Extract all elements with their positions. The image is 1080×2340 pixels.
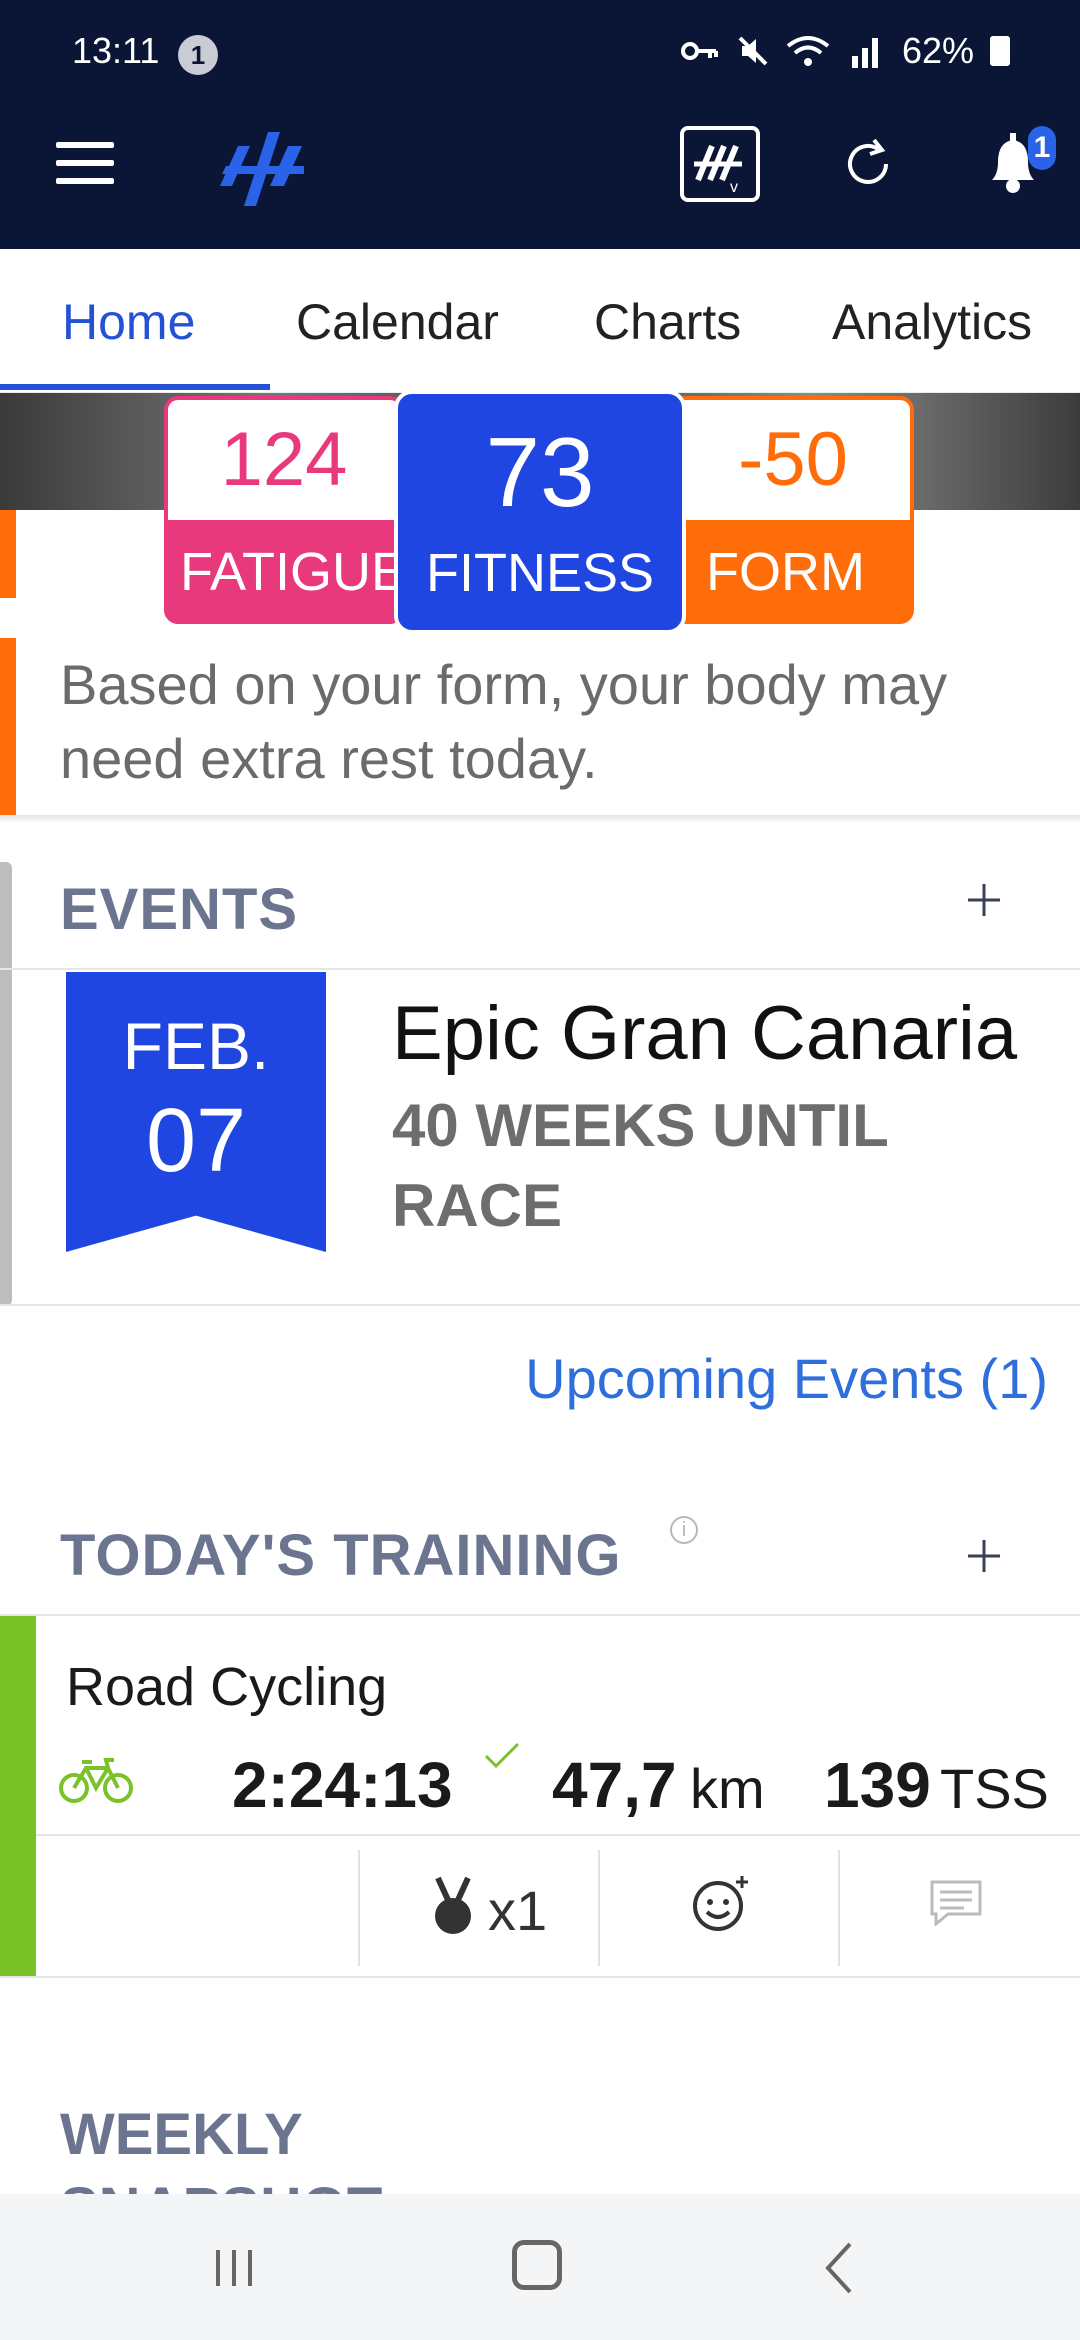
add-feeling-icon[interactable] xyxy=(690,1874,750,1934)
svg-text:v: v xyxy=(730,179,738,196)
training-title: TODAY'S TRAINING xyxy=(60,1523,622,1588)
comment-icon[interactable] xyxy=(928,1878,984,1926)
workout-distance: 47,7 xyxy=(552,1749,677,1821)
workout-status-bar xyxy=(0,1616,36,1978)
battery-percent: 62% xyxy=(901,30,974,71)
info-icon[interactable]: i xyxy=(670,1516,698,1544)
active-tab-indicator xyxy=(0,384,270,390)
section-divider xyxy=(0,815,1080,823)
events-title: EVENTS xyxy=(60,877,299,942)
app-logo-icon xyxy=(220,132,304,206)
fatigue-label: FATIGUE xyxy=(180,542,404,602)
bike-icon xyxy=(59,1758,133,1803)
status-notification-badge: 1 xyxy=(178,35,218,75)
action-separator xyxy=(838,1850,840,1966)
recent-apps-icon[interactable] xyxy=(210,2244,258,2292)
menu-icon[interactable] xyxy=(56,142,114,184)
event-countdown: 40 WEEKS UNTIL RACE xyxy=(392,1092,888,1239)
divider xyxy=(0,1976,1080,1978)
signal-icon xyxy=(851,38,878,68)
medal-icon[interactable] xyxy=(430,1876,476,1938)
medal-count[interactable]: x1 xyxy=(488,1878,547,1943)
workout-name[interactable]: Road Cycling xyxy=(66,1656,387,1718)
tab-analytics[interactable]: Analytics xyxy=(832,293,1032,351)
status-time: 13:11 xyxy=(72,30,160,71)
app-header: 13:11 1 62% v 1 xyxy=(0,0,1080,249)
form-accent-bar xyxy=(0,638,16,816)
home-icon[interactable] xyxy=(512,2240,562,2290)
status-icons: 62% xyxy=(680,28,1010,74)
vital-icon: v xyxy=(694,144,742,196)
back-icon[interactable] xyxy=(818,2238,858,2298)
add-workout-icon[interactable] xyxy=(954,1526,1014,1586)
event-day: 07 xyxy=(145,1091,247,1191)
form-message: Based on your form, your body may need e… xyxy=(60,653,948,790)
event-name[interactable]: Epic Gran Canaria xyxy=(392,990,1017,1077)
tab-bar: Home Calendar Charts Analytics xyxy=(0,249,1080,393)
workout-duration: 2:24:13 xyxy=(232,1749,453,1821)
notification-count-badge: 1 xyxy=(1028,126,1056,170)
battery-icon xyxy=(990,36,1010,66)
workout-tss: 139 xyxy=(824,1749,931,1821)
fatigue-value: 124 xyxy=(168,400,400,520)
event-date-ribbon[interactable]: FEB. 07 xyxy=(66,972,326,1252)
fitness-value: 73 xyxy=(485,417,595,527)
upcoming-events-link[interactable]: Upcoming Events (1) xyxy=(525,1346,1048,1411)
fatigue-card[interactable]: 124 FATIGUE xyxy=(164,396,404,624)
event-month: FEB. xyxy=(122,1009,270,1083)
divider xyxy=(36,1834,1080,1836)
tab-calendar[interactable]: Calendar xyxy=(296,293,499,351)
action-separator xyxy=(598,1850,600,1966)
form-accent-bar xyxy=(0,510,16,598)
workout-distance-unit: km xyxy=(690,1757,765,1820)
wifi-icon xyxy=(786,36,830,66)
form-value: -50 xyxy=(676,400,910,520)
form-card[interactable]: -50 FORM xyxy=(672,396,914,624)
mute-icon xyxy=(738,36,768,66)
refresh-icon[interactable] xyxy=(838,134,898,194)
tab-charts[interactable]: Charts xyxy=(594,293,741,351)
drawer-handle[interactable] xyxy=(0,862,12,1306)
action-separator xyxy=(358,1850,360,1966)
tab-home[interactable]: Home xyxy=(62,293,195,351)
divider xyxy=(0,968,1080,970)
key-icon xyxy=(680,42,718,60)
divider xyxy=(0,1304,1080,1306)
add-event-icon[interactable] xyxy=(954,870,1014,930)
vital-connect-button[interactable]: v xyxy=(680,126,760,202)
divider xyxy=(0,1614,1080,1616)
completed-check-icon xyxy=(484,1742,520,1769)
system-nav-bar xyxy=(0,2194,1080,2340)
fitness-card[interactable]: 73 FITNESS xyxy=(394,390,686,634)
workout-tss-unit: TSS xyxy=(940,1757,1049,1820)
fitness-label: FITNESS xyxy=(425,543,655,603)
form-label: FORM xyxy=(706,542,865,602)
